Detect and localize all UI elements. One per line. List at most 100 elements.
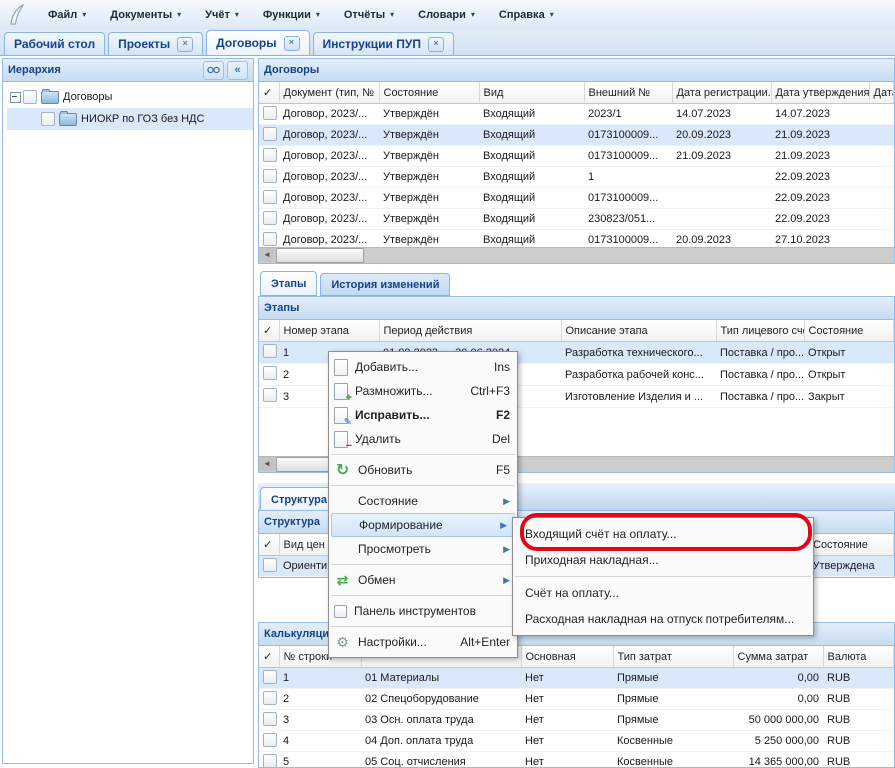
table-row[interactable]: 303 Осн. оплата трудаНетПрямые50 000 000… [259, 710, 894, 731]
close-icon[interactable]: × [177, 37, 193, 52]
menu-item[interactable]: Состояние▶ [329, 489, 517, 513]
row-checkbox[interactable] [263, 169, 277, 183]
table-row[interactable]: Договор, 2023/...УтверждёнВходящий017310… [259, 146, 894, 167]
table-row[interactable]: 101 МатериалыНетПрямые0,00RUB [259, 668, 894, 689]
column-header[interactable]: Вид [479, 82, 584, 104]
column-header[interactable]: ✓ [259, 646, 279, 668]
row-checkbox[interactable] [263, 712, 277, 726]
scroll-left-icon[interactable]: ◄ [259, 457, 275, 471]
menu-item[interactable]: Размножить...Ctrl+F3 [329, 379, 517, 403]
column-header[interactable]: Внешний № [584, 82, 672, 104]
scrollbar-thumb[interactable] [276, 248, 364, 263]
tab-этапы[interactable]: Этапы [260, 271, 317, 296]
column-header[interactable]: Состояние [379, 82, 479, 104]
menu-item[interactable]: УдалитьDel [329, 427, 517, 451]
horizontal-scrollbar[interactable]: ◄ [259, 247, 894, 263]
column-header[interactable]: Описание этапа [561, 320, 716, 342]
menubar-item-help[interactable]: Справка▾ [487, 5, 566, 25]
menu-item[interactable]: Формирование▶ [331, 513, 515, 537]
tree-node-checkbox[interactable] [41, 112, 55, 126]
tab-pup-instructions[interactable]: Инструкции ПУП× [313, 32, 454, 55]
row-checkbox[interactable] [263, 211, 277, 225]
menu-item[interactable]: Расходная накладная на отпуск потребител… [513, 606, 813, 632]
menubar-item-reports[interactable]: Отчёты▾ [332, 5, 406, 25]
cell: Входящий [479, 125, 584, 146]
tree-node-checkbox[interactable] [23, 90, 37, 104]
table-row[interactable]: Договор, 2023/...УтверждёнВходящий230823… [259, 209, 894, 230]
close-icon[interactable]: × [428, 37, 444, 52]
cell: Косвенные [613, 731, 733, 752]
menu-item[interactable]: Панель инструментов [329, 599, 517, 623]
table-row[interactable]: Договор, 2023/...УтверждёнВходящий017310… [259, 188, 894, 209]
table-row[interactable]: 202 СпецоборудованиеНетПрямые0,00RUB [259, 689, 894, 710]
column-header[interactable]: Состояние [809, 534, 894, 556]
row-checkbox[interactable] [263, 670, 277, 684]
menu-item[interactable]: Добавить...Ins [329, 355, 517, 379]
table-row[interactable]: Договор, 2023/...УтверждёнВходящий2023/1… [259, 104, 894, 125]
tree-node-niokr[interactable]: НИОКР по ГОЗ без НДС [7, 108, 253, 130]
close-icon[interactable]: × [284, 36, 300, 51]
column-header[interactable]: Период действия [379, 320, 561, 342]
menubar-item-dictionaries[interactable]: Словари▾ [406, 5, 487, 25]
column-header[interactable]: Тип лицевого счёт [716, 320, 804, 342]
tab-история-изменений[interactable]: История изменений [320, 273, 450, 296]
collapse-panel-icon[interactable]: « [227, 61, 248, 80]
row-checkbox[interactable] [263, 232, 277, 246]
column-header[interactable]: Сумма затрат [733, 646, 823, 668]
menubar-item-file[interactable]: Файл▾ [36, 5, 98, 25]
menu-item[interactable]: ⚙Настройки...Alt+Enter [329, 630, 517, 654]
row-checkbox[interactable] [263, 106, 277, 120]
column-header[interactable]: Валюта [823, 646, 894, 668]
column-header[interactable]: ✓ [259, 534, 279, 556]
menubar-item-accounting[interactable]: Учёт▾ [193, 5, 251, 25]
scroll-left-icon[interactable]: ◄ [259, 248, 275, 262]
menu-item[interactable]: ↻ОбновитьF5 [329, 458, 517, 482]
tab-projects[interactable]: Проекты× [108, 32, 203, 55]
column-header[interactable]: Дата регистрации. [672, 82, 771, 104]
row-checkbox[interactable] [263, 190, 277, 204]
tree-node-contracts[interactable]: Договоры [7, 86, 253, 108]
column-header[interactable]: ✓ [259, 320, 279, 342]
cell: 0173100009... [584, 188, 672, 209]
row-checkbox[interactable] [263, 558, 277, 572]
tab-contracts[interactable]: Договоры× [206, 30, 309, 55]
row-checkbox[interactable] [263, 733, 277, 747]
tab-structure[interactable]: Структура [260, 487, 338, 512]
cell: 2 [279, 689, 361, 710]
column-header[interactable]: Документ (тип, № [279, 82, 379, 104]
column-header[interactable]: Состояние [804, 320, 894, 342]
cell: RUB [823, 752, 894, 768]
row-checkbox[interactable] [263, 754, 277, 768]
tree-collapse-icon[interactable] [7, 92, 23, 103]
menu-item[interactable]: ⇄Обмен▶ [329, 568, 517, 592]
menu-item-label: Настройки... [358, 635, 450, 649]
tab-desktop[interactable]: Рабочий стол [4, 32, 105, 55]
table-row[interactable]: 505 Соц. отчисленияНетКосвенные14 365 00… [259, 752, 894, 768]
menubar-item-documents[interactable]: Документы▾ [98, 5, 193, 25]
row-checkbox[interactable] [263, 344, 277, 358]
row-checkbox[interactable] [263, 388, 277, 402]
table-row[interactable]: Договор, 2023/...УтверждёнВходящий017310… [259, 125, 894, 146]
menu-item[interactable]: Входящий счёт на оплату... [513, 521, 813, 547]
menubar-item-functions[interactable]: Функции▾ [251, 5, 332, 25]
column-header[interactable]: ✓ [259, 82, 279, 104]
column-header[interactable]: Дата [869, 82, 894, 104]
column-header[interactable]: Дата утверждения [771, 82, 869, 104]
row-checkbox[interactable] [263, 127, 277, 141]
column-header[interactable]: Основная [521, 646, 613, 668]
menu-item[interactable]: Просмотреть▶ [329, 537, 517, 561]
table-row[interactable]: 404 Доп. оплата трудаНетКосвенные5 250 0… [259, 731, 894, 752]
table-row[interactable]: Договор, 2023/...УтверждёнВходящий122.09… [259, 167, 894, 188]
menu-item[interactable]: Счёт на оплату... [513, 580, 813, 606]
search-icon[interactable] [203, 61, 224, 80]
column-header[interactable]: Номер этапа [279, 320, 379, 342]
menubar-item-label: Справка [499, 9, 545, 21]
column-header[interactable]: Тип затрат [613, 646, 733, 668]
menu-item[interactable]: Исправить...F2 [329, 403, 517, 427]
menu-item[interactable]: Приходная накладная... [513, 547, 813, 573]
submenu-arrow-icon: ▶ [503, 544, 510, 555]
row-checkbox[interactable] [263, 366, 277, 380]
hierarchy-panel-title: Иерархия [8, 64, 200, 76]
row-checkbox[interactable] [263, 148, 277, 162]
row-checkbox[interactable] [263, 691, 277, 705]
